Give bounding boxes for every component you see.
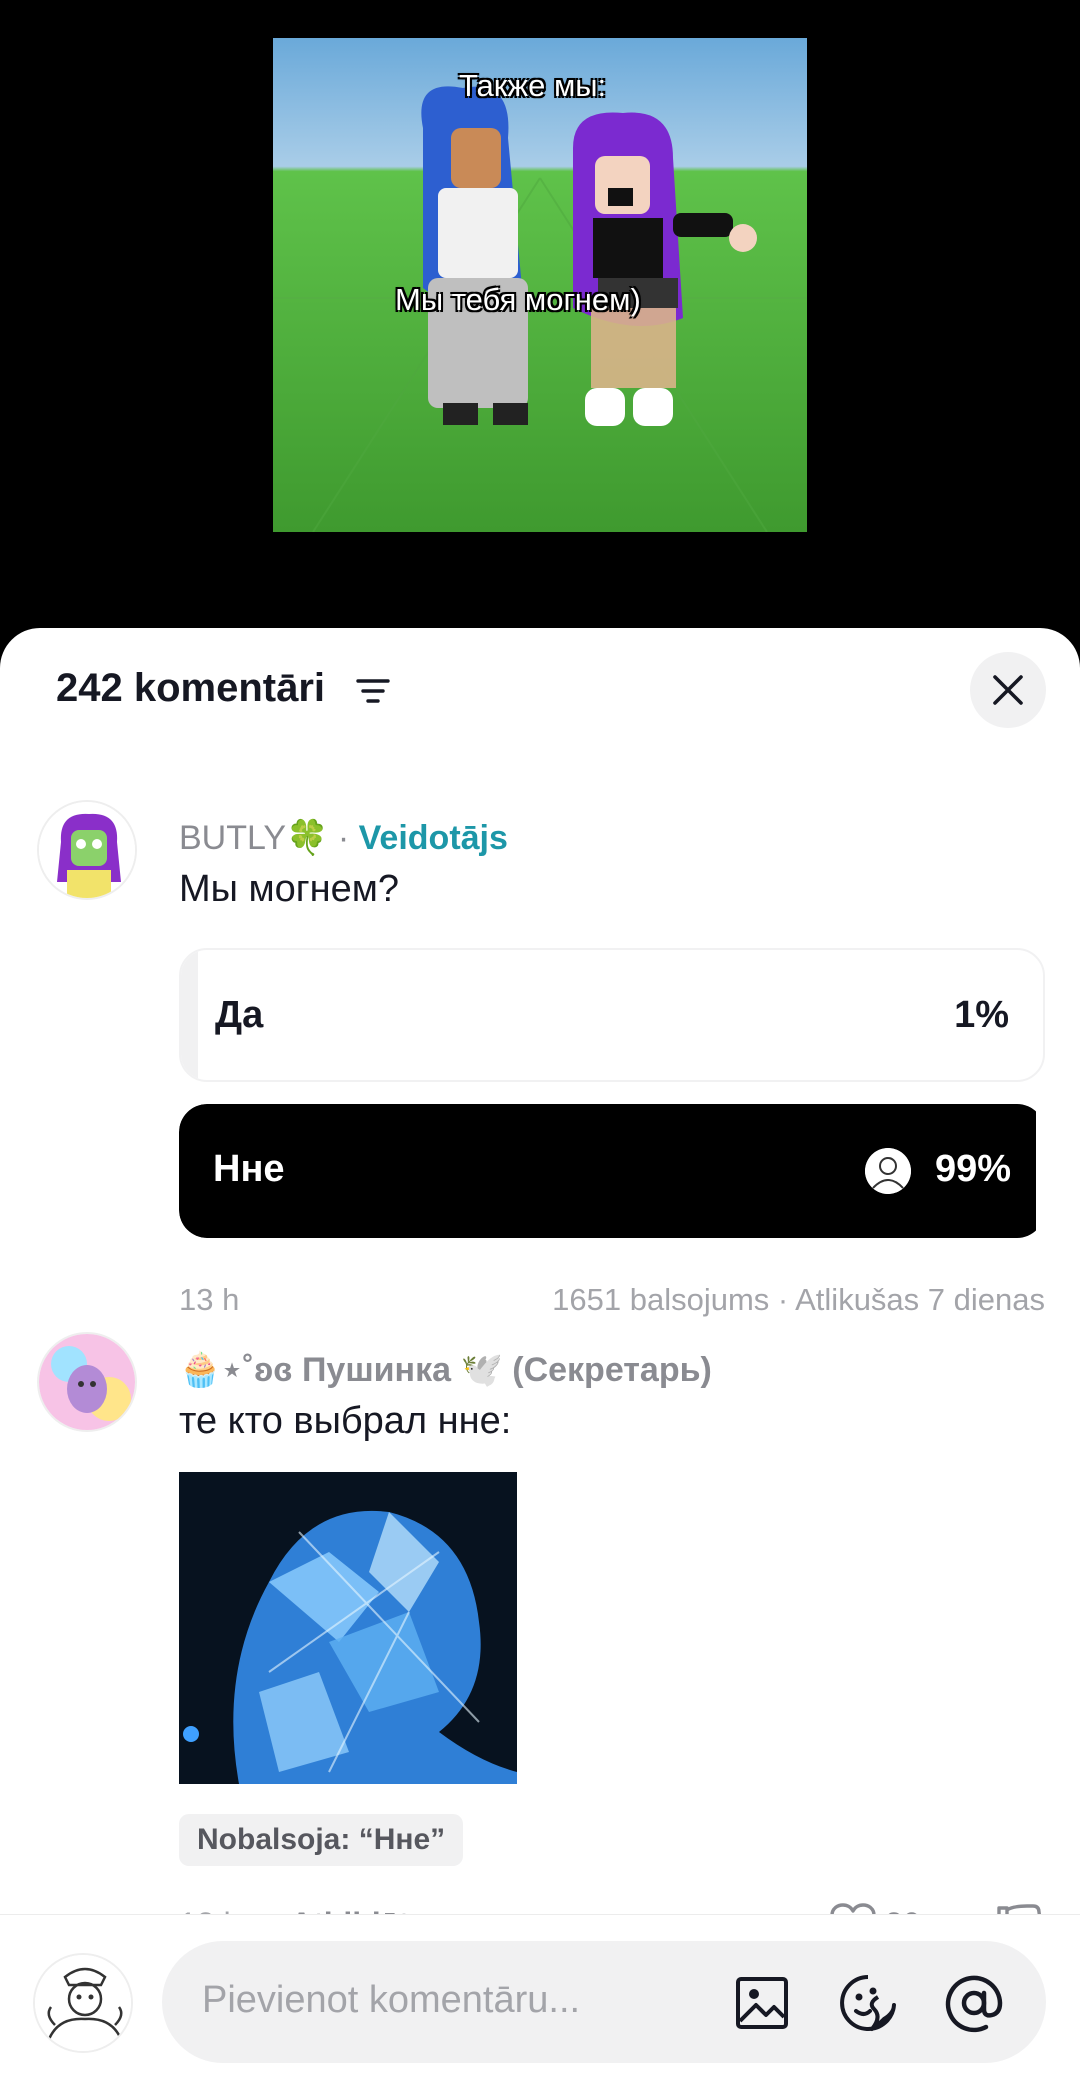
comments-count: 242 komentāri	[56, 666, 326, 710]
username-text[interactable]: BUTLY🍀	[179, 819, 328, 857]
image-icon[interactable]	[732, 1973, 792, 2033]
comment-username[interactable]: BUTLY🍀 · Veidotājs	[179, 818, 508, 858]
video-caption-middle: Мы тебя могнем)	[395, 282, 641, 317]
video-player[interactable]: Также мы: Мы тебя могнем)	[0, 0, 1080, 640]
comments-header: 242 komentāri	[0, 628, 1080, 758]
username-separator: ·	[328, 819, 359, 857]
poll-option-label: Нне	[213, 1148, 285, 1190]
voter-avatar	[865, 1148, 911, 1194]
poll-option-label: Да	[215, 994, 264, 1036]
comment-text: Мы могнем?	[179, 868, 400, 910]
poll-meta: 1651 balsojums · Atlikušas 7 dienas	[552, 1282, 1045, 1317]
poll-option-da[interactable]: Да 1%	[179, 948, 1045, 1082]
video-frame: Также мы: Мы тебя могнем)	[273, 38, 807, 532]
close-icon	[993, 675, 1023, 705]
comment-time: 13 h	[179, 1282, 240, 1317]
filter-icon[interactable]	[356, 676, 390, 706]
comment-input-bar: Pievienot komentāru...	[0, 1914, 1080, 2100]
sticker-icon[interactable]	[838, 1973, 898, 2033]
creator-badge: Veidotājs	[358, 819, 508, 857]
close-button[interactable]	[970, 652, 1046, 728]
comment-input[interactable]: Pievienot komentāru...	[162, 1941, 1046, 2063]
poll-option-fill	[181, 950, 199, 1080]
poll-option-nne[interactable]: Нне 99%	[179, 1104, 1045, 1238]
avatar[interactable]	[37, 800, 137, 900]
comment-image[interactable]	[179, 1472, 517, 1784]
mention-icon[interactable]	[944, 1973, 1004, 2033]
video-caption-top: Также мы:	[459, 68, 607, 103]
comment-meta: 13 h 1651 balsojums · Atlikušas 7 dienas	[179, 1282, 1045, 1318]
poll-option-percent: 1%	[954, 994, 1009, 1036]
vote-chip: Nobalsoja: “Нне”	[179, 1814, 464, 1866]
poll-option-percent: 99%	[934, 1148, 1011, 1190]
comment-username[interactable]: 🧁⋆˚ʚɞ Пушинка 🕊️ (Секретарь)	[179, 1350, 712, 1390]
avatar[interactable]	[37, 1332, 137, 1432]
comment-text: те кто выбрал нне:	[179, 1400, 512, 1442]
comment-input-placeholder: Pievienot komentāru...	[202, 1979, 581, 2021]
my-avatar[interactable]	[33, 1953, 133, 2053]
comments-sheet: 242 komentāri BUTLY🍀 · Veidotājs Мы могн…	[0, 628, 1080, 2100]
